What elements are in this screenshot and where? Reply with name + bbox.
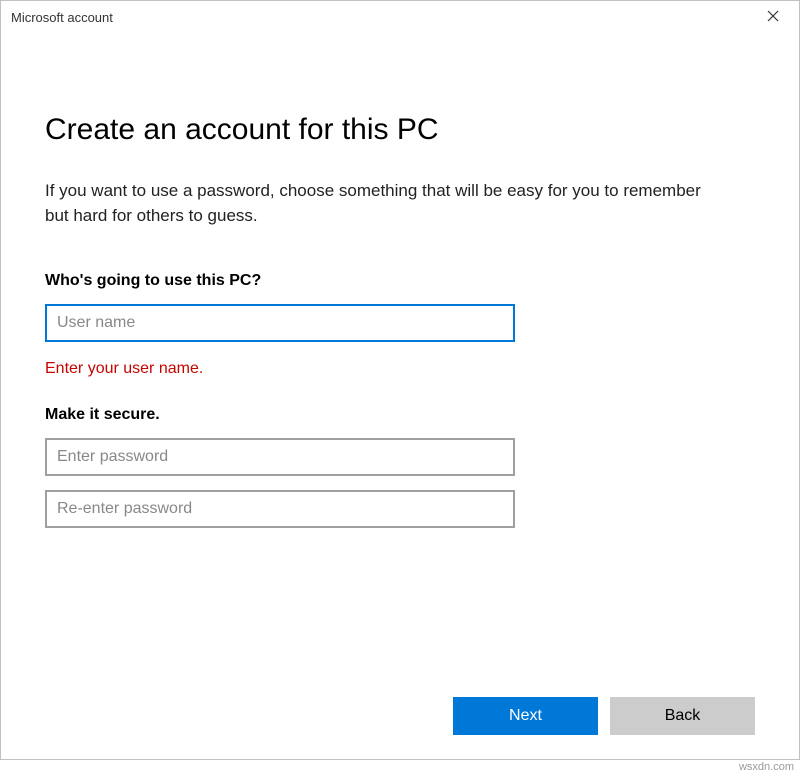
dialog-window: Microsoft account Create an account for … — [0, 0, 800, 760]
username-section-label: Who's going to use this PC? — [45, 272, 755, 290]
username-placeholder: User name — [57, 314, 135, 332]
watermark: wsxdn.com — [739, 761, 794, 773]
password-section-label: Make it secure. — [45, 406, 755, 424]
close-button[interactable] — [753, 3, 793, 31]
page-description: If you want to use a password, choose so… — [45, 179, 725, 228]
close-icon — [767, 9, 779, 26]
content-area: Create an account for this PC If you wan… — [1, 33, 799, 697]
reenter-password-placeholder: Re-enter password — [57, 500, 192, 518]
footer: Next Back — [1, 697, 799, 759]
window-title: Microsoft account — [11, 10, 113, 25]
reenter-password-input[interactable]: Re-enter password — [45, 490, 515, 528]
password-input[interactable]: Enter password — [45, 438, 515, 476]
titlebar: Microsoft account — [1, 1, 799, 33]
next-button[interactable]: Next — [453, 697, 598, 735]
page-heading: Create an account for this PC — [45, 113, 755, 147]
back-button[interactable]: Back — [610, 697, 755, 735]
username-input[interactable]: User name — [45, 304, 515, 342]
password-placeholder: Enter password — [57, 448, 168, 466]
username-error: Enter your user name. — [45, 360, 755, 378]
